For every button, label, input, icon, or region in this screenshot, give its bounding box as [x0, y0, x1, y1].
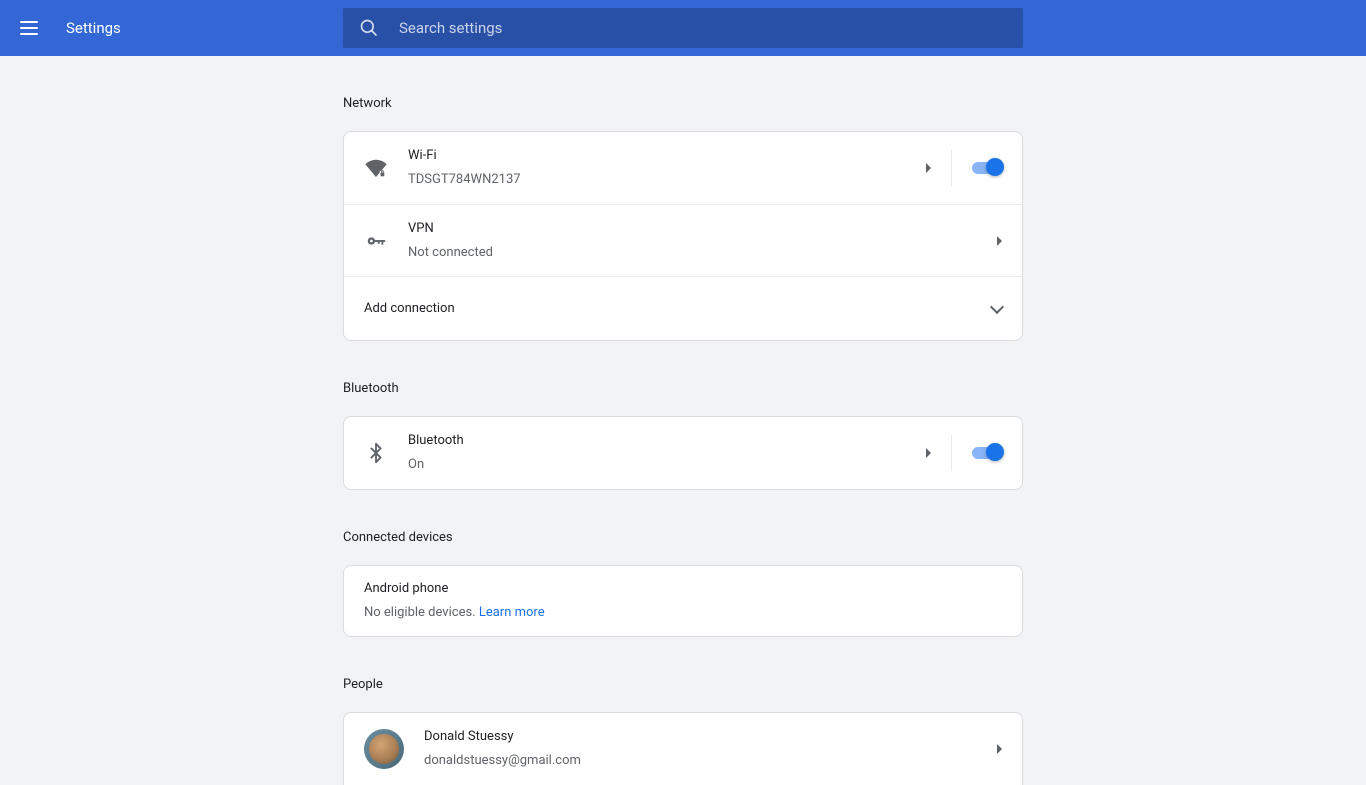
- section-label-network: Network: [343, 96, 1023, 131]
- android-title: Android phone: [364, 579, 1002, 599]
- learn-more-link[interactable]: Learn more: [479, 605, 545, 620]
- network-card: Wi-Fi TDSGT784WN2137 VPN Not connected: [343, 131, 1023, 341]
- android-subtitle: No eligible devices. Learn more: [364, 603, 1002, 623]
- bluetooth-row[interactable]: Bluetooth On: [344, 417, 1022, 489]
- content: Network Wi-Fi TDSGT784WN2137: [343, 56, 1023, 785]
- android-body: Android phone No eligible devices. Learn…: [364, 579, 1002, 623]
- android-phone-row: Android phone No eligible devices. Learn…: [344, 566, 1022, 636]
- header: Settings: [0, 0, 1366, 56]
- user-email: donaldstuessy@gmail.com: [424, 751, 997, 771]
- section-label-bluetooth: Bluetooth: [343, 381, 1023, 416]
- wifi-body: Wi-Fi TDSGT784WN2137: [408, 146, 926, 190]
- bluetooth-subtitle: On: [408, 455, 926, 475]
- wifi-row[interactable]: Wi-Fi TDSGT784WN2137: [344, 132, 1022, 204]
- user-body: Donald Stuessy donaldstuessy@gmail.com: [424, 727, 997, 771]
- page-title: Settings: [66, 19, 121, 37]
- bluetooth-icon: [364, 441, 388, 465]
- bluetooth-card: Bluetooth On: [343, 416, 1023, 490]
- search-input[interactable]: [399, 19, 1007, 37]
- chevron-right-icon[interactable]: [997, 236, 1002, 246]
- menu-button[interactable]: [20, 16, 44, 40]
- bluetooth-toggle[interactable]: [972, 447, 1002, 459]
- search-icon: [359, 18, 379, 38]
- vpn-key-icon: [364, 229, 388, 253]
- section-label-connected: Connected devices: [343, 530, 1023, 565]
- avatar: [364, 729, 404, 769]
- bluetooth-body: Bluetooth On: [408, 431, 926, 475]
- add-connection-title: Add connection: [364, 299, 992, 319]
- people-card: Donald Stuessy donaldstuessy@gmail.com: [343, 712, 1023, 785]
- chevron-right-icon[interactable]: [997, 744, 1002, 754]
- chevron-right-icon[interactable]: [926, 163, 931, 173]
- connected-card: Android phone No eligible devices. Learn…: [343, 565, 1023, 637]
- wifi-subtitle: TDSGT784WN2137: [408, 170, 926, 190]
- search-bar[interactable]: [343, 8, 1023, 48]
- vpn-subtitle: Not connected: [408, 243, 997, 263]
- divider: [951, 150, 952, 186]
- user-name: Donald Stuessy: [424, 727, 997, 747]
- section-label-people: People: [343, 677, 1023, 712]
- android-subtitle-text: No eligible devices.: [364, 605, 479, 620]
- user-row[interactable]: Donald Stuessy donaldstuessy@gmail.com: [344, 713, 1022, 785]
- wifi-icon: [364, 156, 388, 180]
- vpn-row[interactable]: VPN Not connected: [344, 204, 1022, 276]
- vpn-body: VPN Not connected: [408, 219, 997, 263]
- chevron-right-icon[interactable]: [926, 448, 931, 458]
- add-connection-row[interactable]: Add connection: [344, 276, 1022, 340]
- vpn-title: VPN: [408, 219, 997, 239]
- divider: [951, 435, 952, 471]
- add-connection-body: Add connection: [364, 299, 992, 319]
- wifi-toggle[interactable]: [972, 162, 1002, 174]
- chevron-down-icon[interactable]: [990, 299, 1004, 313]
- wifi-title: Wi-Fi: [408, 146, 926, 166]
- bluetooth-title: Bluetooth: [408, 431, 926, 451]
